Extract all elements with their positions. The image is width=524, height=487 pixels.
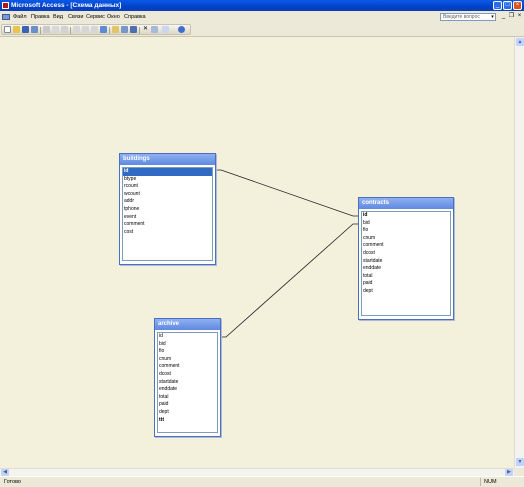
- field-buildings-id[interactable]: id: [123, 168, 212, 176]
- field-archive-dcost[interactable]: dcost: [158, 371, 217, 379]
- field-buildings-cost[interactable]: cost: [123, 229, 212, 237]
- field-contracts-comment[interactable]: comment: [362, 242, 450, 250]
- table-archive-fields[interactable]: id bid fio cnum comment dcost startdate …: [157, 332, 218, 433]
- field-contracts-cnum[interactable]: cnum: [362, 235, 450, 243]
- field-contracts-paid[interactable]: paid: [362, 280, 450, 288]
- status-bar: Готово NUM: [0, 476, 524, 487]
- field-buildings-btype[interactable]: btype: [123, 176, 212, 184]
- field-archive-ttt[interactable]: ttt: [158, 417, 217, 425]
- vertical-scrollbar[interactable]: ▲ ▼: [514, 37, 524, 468]
- table-archive[interactable]: archive id bid fio cnum comment dcost st…: [154, 318, 221, 437]
- field-contracts-bid[interactable]: bid: [362, 220, 450, 228]
- relation-line-buildings-contracts: [215, 169, 359, 217]
- table-archive-title[interactable]: archive: [155, 319, 220, 330]
- field-contracts-enddate[interactable]: enddate: [362, 265, 450, 273]
- num-lock-indicator: NUM: [484, 479, 497, 485]
- field-archive-dept[interactable]: dept: [158, 409, 217, 417]
- field-contracts-id[interactable]: id: [362, 212, 450, 220]
- scroll-up-icon[interactable]: ▲: [516, 38, 524, 46]
- field-buildings-addr[interactable]: addr: [123, 198, 212, 206]
- scroll-right-icon[interactable]: ▶: [505, 469, 513, 476]
- status-text: Готово: [4, 479, 21, 485]
- field-archive-comment[interactable]: comment: [158, 363, 217, 371]
- table-buildings-fields[interactable]: id btype rcount wcount addr tphone event…: [122, 167, 213, 261]
- field-archive-bid[interactable]: bid: [158, 341, 217, 349]
- field-archive-total[interactable]: total: [158, 394, 217, 402]
- field-archive-enddate[interactable]: enddate: [158, 386, 217, 394]
- field-archive-paid[interactable]: paid: [158, 401, 217, 409]
- table-contracts-title[interactable]: contracts: [359, 198, 453, 209]
- field-contracts-startdate[interactable]: startdate: [362, 258, 450, 266]
- field-buildings-comment[interactable]: comment: [123, 221, 212, 229]
- field-buildings-event[interactable]: event: [123, 214, 212, 222]
- table-buildings[interactable]: buildings id btype rcount wcount addr tp…: [119, 153, 216, 265]
- field-archive-cnum[interactable]: cnum: [158, 356, 217, 364]
- field-contracts-fio[interactable]: fio: [362, 227, 450, 235]
- field-contracts-dcost[interactable]: dcost: [362, 250, 450, 258]
- scroll-left-icon[interactable]: ◀: [1, 469, 9, 476]
- table-contracts-fields[interactable]: id bid fio cnum comment dcost startdate …: [361, 211, 451, 316]
- field-archive-id[interactable]: id: [158, 333, 217, 341]
- field-archive-fio[interactable]: fio: [158, 348, 217, 356]
- table-contracts[interactable]: contracts id bid fio cnum comment dcost …: [358, 197, 454, 320]
- table-buildings-title[interactable]: buildings: [120, 154, 215, 165]
- field-buildings-wcount[interactable]: wcount: [123, 191, 212, 199]
- field-archive-startdate[interactable]: startdate: [158, 379, 217, 387]
- scroll-down-icon[interactable]: ▼: [516, 458, 524, 466]
- horizontal-scrollbar[interactable]: ◀ ▶: [0, 468, 514, 476]
- field-contracts-dept[interactable]: dept: [362, 288, 450, 296]
- field-buildings-rcount[interactable]: rcount: [123, 183, 212, 191]
- field-buildings-tphone[interactable]: tphone: [123, 206, 212, 214]
- relation-line-archive-contracts: [220, 223, 359, 338]
- field-contracts-total[interactable]: total: [362, 273, 450, 281]
